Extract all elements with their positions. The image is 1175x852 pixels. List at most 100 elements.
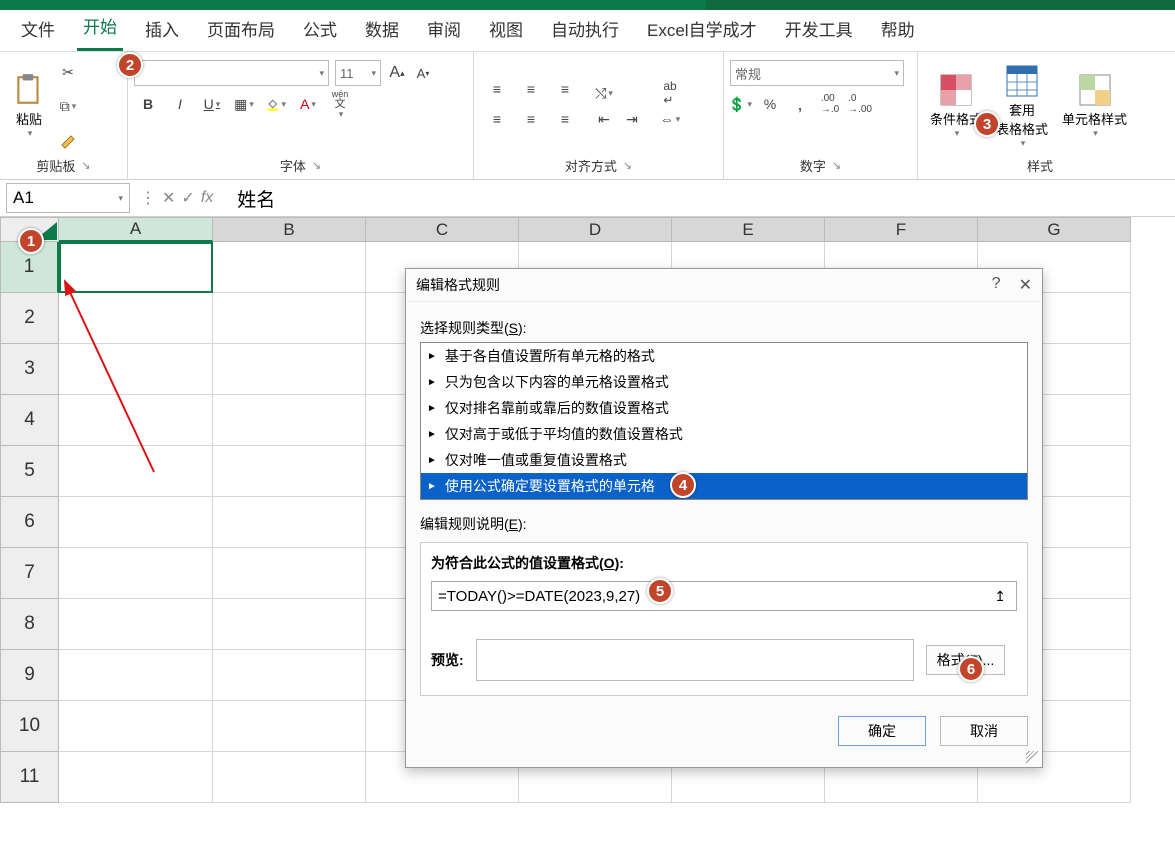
cell[interactable] <box>213 599 366 650</box>
rule-item[interactable]: 只为包含以下内容的单元格设置格式 <box>421 369 1027 395</box>
tab-file[interactable]: 文件 <box>15 10 61 51</box>
font-color-icon[interactable]: A▾ <box>298 94 318 114</box>
cancel-button[interactable]: 取消 <box>940 716 1028 746</box>
tab-pagelayout[interactable]: 页面布局 <box>201 10 281 51</box>
rule-item-selected[interactable]: 使用公式确定要设置格式的单元格 <box>421 473 1027 499</box>
tab-view[interactable]: 视图 <box>483 10 529 51</box>
name-box[interactable]: A1▾ <box>6 183 130 213</box>
cell[interactable] <box>59 446 213 497</box>
rule-item[interactable]: 基于各自值设置所有单元格的格式 <box>421 343 1027 369</box>
col-header-F[interactable]: F <box>825 217 978 242</box>
italic-icon[interactable]: I <box>170 94 190 114</box>
font-size-combo[interactable]: 11▾ <box>335 60 381 86</box>
cell[interactable] <box>213 650 366 701</box>
cell[interactable] <box>213 293 366 344</box>
decrease-indent-icon[interactable]: ⇤ <box>594 109 614 129</box>
tab-formulas[interactable]: 公式 <box>297 10 343 51</box>
rule-item[interactable]: 仅对唯一值或重复值设置格式 <box>421 447 1027 473</box>
accept-formula-icon[interactable]: ✓ <box>181 188 194 208</box>
dialog-launcher-icon[interactable]: ↘ <box>312 159 321 172</box>
number-format-combo[interactable]: 常规▾ <box>730 60 904 86</box>
percent-icon[interactable]: % <box>760 94 780 114</box>
comma-icon[interactable]: , <box>790 94 810 114</box>
cell[interactable] <box>213 242 366 293</box>
align-left-icon[interactable]: ≡ <box>486 108 508 130</box>
increase-decimal-icon[interactable]: .00→.0 <box>820 94 840 114</box>
col-header-A[interactable]: A <box>59 217 213 242</box>
fx-icon[interactable]: fx <box>201 189 213 207</box>
row-header-5[interactable]: 5 <box>0 446 59 497</box>
align-right-icon[interactable]: ≡ <box>554 108 576 130</box>
wrap-text-icon[interactable]: ab↵ <box>660 83 680 103</box>
paste-button[interactable]: 粘贴 ▾ <box>6 56 52 156</box>
copy-icon[interactable]: ⧉▾ <box>58 96 78 116</box>
align-top-icon[interactable]: ≡ <box>486 78 508 100</box>
rule-item[interactable]: 仅对排名靠前或靠后的数值设置格式 <box>421 395 1027 421</box>
tab-help[interactable]: 帮助 <box>875 10 921 51</box>
cell[interactable] <box>213 395 366 446</box>
cell[interactable] <box>59 344 213 395</box>
cell[interactable] <box>213 701 366 752</box>
cell-A1[interactable] <box>59 242 213 293</box>
cell[interactable] <box>213 752 366 803</box>
font-name-combo[interactable]: ▾ <box>134 60 329 86</box>
row-header-11[interactable]: 11 <box>0 752 59 803</box>
close-icon[interactable]: ✕ <box>1019 275 1032 295</box>
formula-content[interactable]: 姓名 <box>223 185 275 212</box>
rule-item[interactable]: 仅对高于或低于平均值的数值设置格式 <box>421 421 1027 447</box>
format-as-table-button[interactable]: 套用 表格格式▾ <box>990 56 1054 156</box>
col-header-E[interactable]: E <box>672 217 825 242</box>
row-header-10[interactable]: 10 <box>0 701 59 752</box>
tab-review[interactable]: 审阅 <box>421 10 467 51</box>
cell[interactable] <box>59 752 213 803</box>
conditional-formatting-button[interactable]: 条件格式▾ <box>924 56 988 156</box>
row-header-9[interactable]: 9 <box>0 650 59 701</box>
tab-developer[interactable]: 开发工具 <box>779 10 859 51</box>
cell[interactable] <box>213 446 366 497</box>
phonetic-icon[interactable]: wén文▾ <box>330 94 350 114</box>
col-header-D[interactable]: D <box>519 217 672 242</box>
fill-color-icon[interactable]: ▾ <box>266 94 286 114</box>
cell[interactable] <box>59 548 213 599</box>
dialog-launcher-icon[interactable]: ↘ <box>623 159 632 172</box>
cell[interactable] <box>59 497 213 548</box>
align-bottom-icon[interactable]: ≡ <box>554 78 576 100</box>
resize-grip-icon[interactable] <box>1026 751 1038 763</box>
cell[interactable] <box>59 701 213 752</box>
ok-button[interactable]: 确定 <box>838 716 926 746</box>
orientation-icon[interactable]: ⤭▾ <box>594 83 614 103</box>
decrease-decimal-icon[interactable]: .0→.00 <box>850 94 870 114</box>
help-icon[interactable]: ? <box>992 275 1001 295</box>
dialog-launcher-icon[interactable]: ↘ <box>81 159 90 172</box>
currency-icon[interactable]: 💲▾ <box>730 94 750 114</box>
increase-font-icon[interactable]: A▴ <box>387 63 407 83</box>
split-handle-icon[interactable]: ⋮ <box>140 188 156 208</box>
increase-indent-icon[interactable]: ⇥ <box>622 109 642 129</box>
rule-type-list[interactable]: 基于各自值设置所有单元格的格式 只为包含以下内容的单元格设置格式 仅对排名靠前或… <box>420 342 1028 500</box>
tab-custom[interactable]: Excel自学成才 <box>641 10 763 51</box>
col-header-C[interactable]: C <box>366 217 519 242</box>
row-header-4[interactable]: 4 <box>0 395 59 446</box>
row-header-6[interactable]: 6 <box>0 497 59 548</box>
borders-icon[interactable]: ▦▾ <box>234 94 254 114</box>
tab-automate[interactable]: 自动执行 <box>545 10 625 51</box>
cell[interactable] <box>213 344 366 395</box>
align-middle-icon[interactable]: ≡ <box>520 78 542 100</box>
col-header-G[interactable]: G <box>978 217 1131 242</box>
tab-insert[interactable]: 插入 <box>139 10 185 51</box>
cell[interactable] <box>213 548 366 599</box>
formula-input[interactable]: =TODAY()>=DATE(2023,9,27) ↥ <box>431 581 1017 611</box>
cut-icon[interactable]: ✂ <box>58 62 78 82</box>
row-header-8[interactable]: 8 <box>0 599 59 650</box>
row-header-7[interactable]: 7 <box>0 548 59 599</box>
merge-icon[interactable]: ⇔▾ <box>660 109 680 129</box>
cell-styles-button[interactable]: 单元格样式▾ <box>1056 56 1133 156</box>
bold-icon[interactable]: B <box>138 94 158 114</box>
range-selector-icon[interactable]: ↥ <box>990 588 1010 605</box>
tab-home[interactable]: 开始 <box>77 7 123 51</box>
cell[interactable] <box>59 293 213 344</box>
underline-icon[interactable]: U▾ <box>202 94 222 114</box>
format-painter-icon[interactable] <box>58 130 78 150</box>
align-center-icon[interactable]: ≡ <box>520 108 542 130</box>
decrease-font-icon[interactable]: A▾ <box>413 63 433 83</box>
